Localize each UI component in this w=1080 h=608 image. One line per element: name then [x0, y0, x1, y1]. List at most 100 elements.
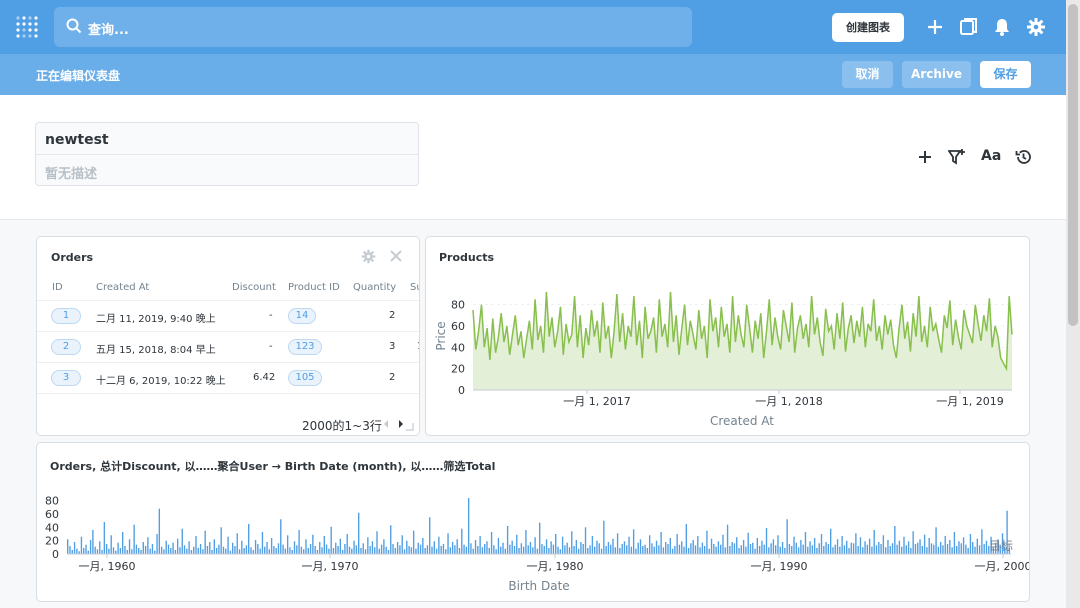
- discount-bar: [884, 547, 887, 554]
- column-header-id[interactable]: ID: [52, 282, 63, 293]
- gear-icon[interactable]: [1026, 17, 1046, 37]
- row-id-link[interactable]: 2: [51, 339, 81, 355]
- discount-bar: [827, 544, 830, 554]
- discount-bar: [939, 542, 942, 554]
- discount-bar: [985, 540, 988, 554]
- add-card-plus-icon[interactable]: [917, 148, 933, 166]
- dashboard-header: newtest 暂无描述 Aa: [0, 95, 1066, 220]
- y-tick-label: 60: [451, 320, 465, 333]
- discount-bar: [605, 546, 607, 554]
- add-text-box-button[interactable]: Aa: [981, 148, 1001, 164]
- discount-bar: [170, 548, 172, 554]
- discount-bar: [655, 540, 658, 554]
- discount-bar: [589, 545, 591, 554]
- discount-bar: [261, 532, 264, 554]
- discount-bar: [972, 542, 974, 554]
- resize-handle-icon[interactable]: [406, 423, 414, 431]
- discount-bar: [621, 544, 623, 554]
- discount-bar: [692, 540, 694, 554]
- discount-bar: [587, 548, 589, 554]
- discount-bar: [250, 547, 252, 554]
- discount-bar: [433, 541, 435, 554]
- discount-bar: [163, 549, 165, 554]
- discount-bar: [511, 540, 513, 554]
- discount-bar: [522, 546, 525, 554]
- cancel-button[interactable]: 取消: [842, 61, 893, 88]
- discount-bar: [472, 548, 474, 554]
- discount-bar: [144, 546, 147, 554]
- discount-bar: [905, 545, 907, 554]
- discount-bar: [873, 530, 875, 554]
- discount-bar: [108, 548, 110, 554]
- add-filter-icon[interactable]: [948, 148, 966, 166]
- discount-bar: [525, 530, 527, 554]
- discount-bar: [683, 546, 685, 554]
- column-header-discount[interactable]: Discount: [232, 282, 276, 293]
- products-chart-card[interactable]: Products 0 20 40 60 80 一月 1, 2017 一月 1, 2018 一月…: [425, 236, 1030, 436]
- cell-product-id-link[interactable]: 105: [288, 370, 322, 386]
- page-scrollbar[interactable]: [1066, 0, 1080, 608]
- discount-bar: [277, 543, 280, 554]
- discount-bar: [779, 546, 781, 554]
- column-header-created-at[interactable]: Created At: [96, 282, 149, 293]
- discount-bar: [266, 542, 268, 554]
- discount-bar: [584, 527, 587, 554]
- discount-bar: [967, 548, 969, 554]
- discount-bar: [211, 550, 213, 554]
- discount-bar: [703, 546, 706, 554]
- discount-bar: [470, 543, 472, 554]
- scrollbar-thumb[interactable]: [1068, 4, 1078, 326]
- orders-bar-chart-card[interactable]: Orders, 总计Discount, 以……聚合User → Birth Da…: [36, 442, 1030, 602]
- cell-product-id-link[interactable]: 123: [288, 339, 322, 355]
- discount-bar: [424, 548, 426, 554]
- column-header-subtotal[interactable]: Su: [410, 282, 419, 293]
- discount-bar: [110, 535, 112, 554]
- column-header-quantity[interactable]: Quantity: [353, 282, 396, 293]
- discount-bar: [312, 534, 314, 554]
- discount-bar: [577, 548, 580, 554]
- archive-button[interactable]: Archive: [902, 61, 971, 88]
- discount-bar: [852, 543, 855, 554]
- discount-bar: [937, 546, 940, 554]
- row-id-link[interactable]: 1: [51, 308, 81, 324]
- y-tick-label: 40: [451, 341, 465, 354]
- plus-icon[interactable]: [925, 17, 945, 37]
- discount-bar: [172, 542, 174, 554]
- cell-product-id-link[interactable]: 14: [288, 308, 316, 324]
- discount-bar: [186, 548, 188, 554]
- bell-icon[interactable]: [992, 17, 1012, 37]
- metabase-logo-icon[interactable]: [16, 16, 38, 38]
- discount-bar: [933, 544, 935, 554]
- cell-discount: 6.42: [253, 372, 276, 383]
- discount-bar: [825, 542, 827, 554]
- row-id-link[interactable]: 3: [51, 370, 81, 386]
- discount-bar: [740, 545, 742, 554]
- revision-history-icon[interactable]: [1015, 148, 1032, 166]
- discount-bar: [630, 546, 633, 554]
- search-input[interactable]: 查询...: [54, 7, 692, 47]
- column-header-product-id[interactable]: Product ID: [288, 282, 340, 293]
- next-page-arrow-icon[interactable]: [397, 419, 405, 429]
- discount-bar: [220, 527, 222, 554]
- discount-bar: [836, 539, 839, 554]
- dashboard-description-input[interactable]: 暂无描述: [45, 163, 97, 182]
- discount-bar: [616, 533, 619, 554]
- x-tick-label: 一月 1, 2018: [755, 395, 822, 408]
- discount-bar: [559, 549, 561, 554]
- dashboard-name-input[interactable]: newtest: [45, 132, 109, 148]
- y-tick-label: 80: [451, 299, 465, 312]
- save-button[interactable]: 保存: [980, 61, 1031, 88]
- products-line-chart: 0 20 40 60 80 一月 1, 2017 一月 1, 2018 一月 1, 2019 C…: [434, 291, 1013, 428]
- card-settings-gear-icon[interactable]: [361, 249, 376, 264]
- discount-bar: [502, 542, 504, 554]
- discount-bar: [795, 542, 797, 554]
- discount-bar: [921, 546, 924, 554]
- previous-page-arrow-icon[interactable]: [382, 419, 390, 429]
- card-remove-close-icon[interactable]: [390, 250, 402, 262]
- discount-bar: [504, 548, 506, 554]
- create-chart-button[interactable]: 创建图表: [832, 13, 904, 42]
- discount-bar: [303, 549, 305, 554]
- discount-bar: [548, 548, 550, 554]
- orders-table-card[interactable]: Orders ID Created At Discount Product ID…: [36, 236, 420, 436]
- collection-icon[interactable]: [958, 17, 978, 37]
